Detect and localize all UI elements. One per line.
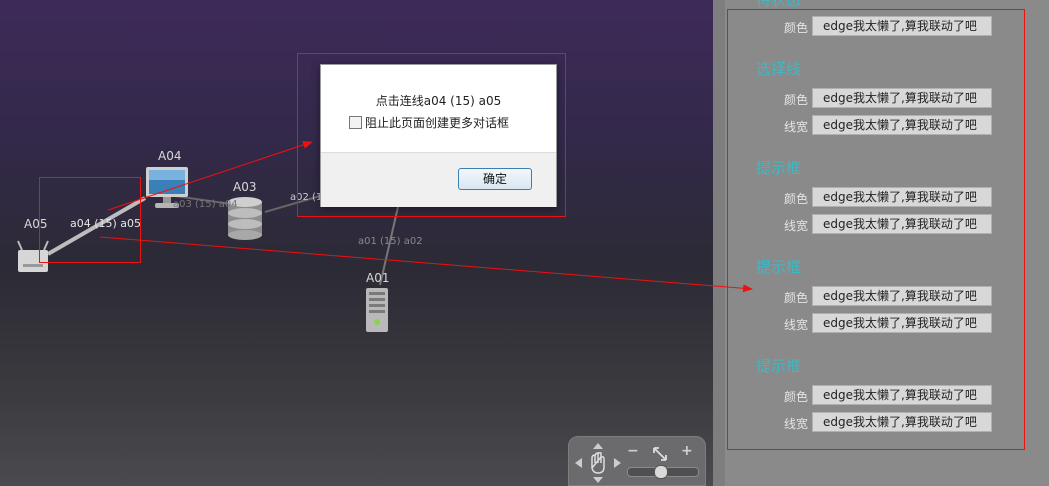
zoom-in-button[interactable]: + bbox=[681, 443, 693, 459]
line-width-field[interactable]: edge我太懒了,算我联动了吧 bbox=[812, 115, 992, 135]
row-label-width: 线宽 bbox=[783, 318, 808, 332]
color-field[interactable]: edge我太懒了,算我联动了吧 bbox=[812, 187, 992, 207]
zoom-slider[interactable] bbox=[627, 465, 699, 479]
line-width-field[interactable]: edge我太懒了,算我联动了吧 bbox=[812, 412, 992, 432]
color-field[interactable]: edge我太懒了,算我联动了吧 bbox=[812, 16, 992, 36]
row-label-color: 颜色 bbox=[783, 192, 808, 206]
dialog-message: 点击连线a04 (15) a05 bbox=[375, 94, 502, 108]
row-label-color: 颜色 bbox=[783, 93, 808, 107]
pan-control-icon[interactable] bbox=[572, 440, 624, 486]
dialog-footer: 确定 bbox=[321, 152, 556, 207]
zoom-control: − + bbox=[568, 436, 706, 486]
suppress-dialogs-label[interactable]: 阻止此页面创建更多对话框 bbox=[365, 114, 509, 131]
row-label-width: 线宽 bbox=[783, 120, 808, 134]
color-field[interactable]: edge我太懒了,算我联动了吧 bbox=[812, 385, 992, 405]
node-a01[interactable] bbox=[364, 286, 390, 334]
panel-scroll-gutter[interactable] bbox=[713, 0, 725, 486]
node-label-a04: A04 bbox=[158, 149, 182, 163]
group-title: 提示框 bbox=[756, 258, 802, 276]
color-field[interactable]: edge我太懒了,算我联动了吧 bbox=[812, 286, 992, 306]
group-title: 提示框 bbox=[756, 357, 802, 375]
row-label-color: 颜色 bbox=[783, 21, 808, 35]
ok-button[interactable]: 确定 bbox=[458, 168, 532, 190]
row-label-color: 颜色 bbox=[783, 291, 808, 305]
link-label-a03-a04: a03 (15) a04 bbox=[173, 199, 238, 210]
zoom-out-button[interactable]: − bbox=[627, 443, 639, 459]
server-icon bbox=[366, 288, 388, 332]
annotation-box-a05 bbox=[39, 177, 141, 263]
row-label-width: 线宽 bbox=[783, 219, 808, 233]
group-title: 选择线 bbox=[756, 60, 802, 78]
node-label-a03: A03 bbox=[233, 180, 257, 194]
suppress-dialogs-checkbox[interactable] bbox=[349, 116, 362, 129]
alert-dialog: 点击连线a04 (15) a05 阻止此页面创建更多对话框 确定 bbox=[320, 64, 557, 207]
line-width-field[interactable]: edge我太懒了,算我联动了吧 bbox=[812, 214, 992, 234]
link-label-a01-a02: a01 (15) a02 bbox=[358, 236, 423, 247]
row-label-width: 线宽 bbox=[783, 417, 808, 431]
node-label-a01: A01 bbox=[366, 271, 390, 285]
line-width-field[interactable]: edge我太懒了,算我联动了吧 bbox=[812, 313, 992, 333]
zoom-slider-knob[interactable] bbox=[654, 465, 669, 479]
property-panel: 待状态 颜色 edge我太懒了,算我联动了吧 选择线 颜色 edge我太懒了,算… bbox=[713, 0, 1049, 486]
row-label-color: 颜色 bbox=[783, 390, 808, 404]
group-title: 提示框 bbox=[756, 159, 802, 177]
group-title-partial: 待状态 bbox=[756, 0, 802, 9]
color-field[interactable]: edge我太懒了,算我联动了吧 bbox=[812, 88, 992, 108]
fit-screen-icon[interactable] bbox=[651, 445, 669, 463]
